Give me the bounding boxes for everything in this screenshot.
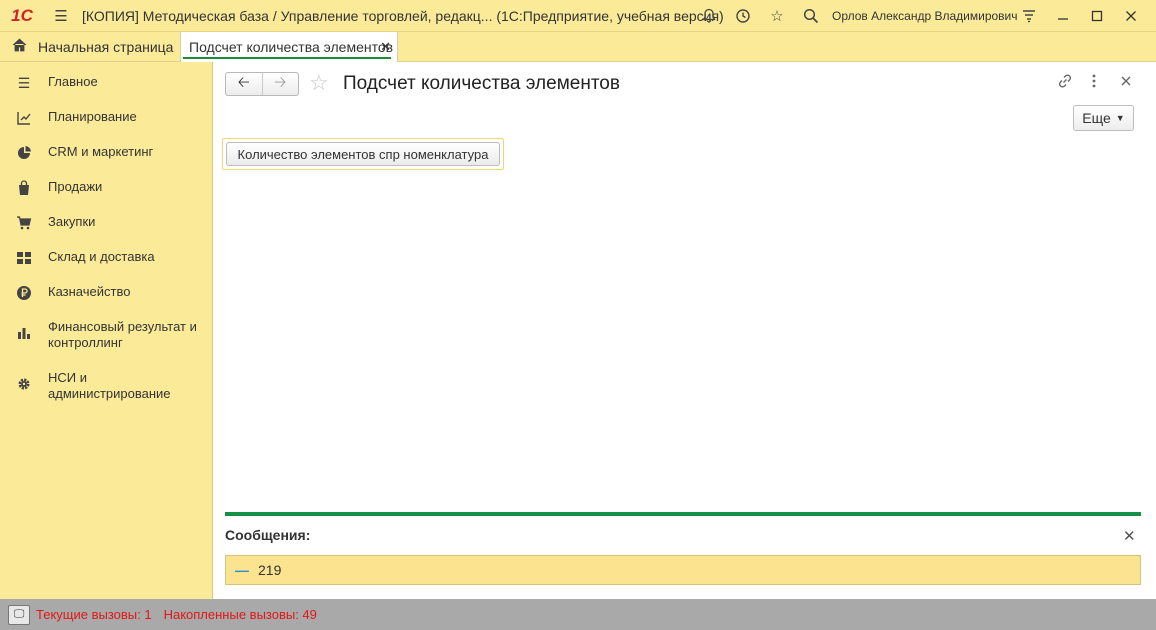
favorites-star-icon[interactable]: ☆ xyxy=(760,0,794,32)
main-menu-icon[interactable]: ☰ xyxy=(44,0,78,32)
tab-home-label: Начальная страница xyxy=(38,38,174,55)
sidebar-item-label: Закупки xyxy=(48,214,96,229)
bag-icon xyxy=(0,179,48,196)
count-elements-button[interactable]: Количество элементов спр номенклатура xyxy=(226,142,500,166)
history-icon[interactable] xyxy=(726,0,760,32)
warehouse-icon xyxy=(0,249,48,266)
more-actions-icon[interactable] xyxy=(1091,73,1097,93)
sidebar-item-crm[interactable]: CRM и маркетинг xyxy=(0,144,212,161)
sidebar-item-treasury[interactable]: Казначейство xyxy=(0,284,212,301)
sidebar-item-purchases[interactable]: Закупки xyxy=(0,214,212,231)
tab-home[interactable]: Начальная страница xyxy=(0,32,176,61)
menu-icon: ☰ xyxy=(17,75,31,91)
tab-active-label: Подсчет количества элементов xyxy=(189,39,394,55)
home-icon xyxy=(12,38,38,55)
message-text: 219 xyxy=(258,562,282,578)
sidebar-item-admin[interactable]: НСИ и администрирование xyxy=(0,370,212,402)
planning-icon xyxy=(0,109,48,126)
back-arrow-icon[interactable]: 🡠 xyxy=(226,73,262,95)
sidebar-item-label: Склад и доставка xyxy=(48,249,155,264)
bar-chart-icon xyxy=(0,319,48,341)
navigation-buttons: 🡠 🡢 xyxy=(225,72,299,96)
tab-active-underline xyxy=(183,57,391,59)
settings-funnel-icon[interactable] xyxy=(1012,0,1046,32)
pie-chart-icon xyxy=(0,144,48,161)
status-bar: 🖵 Текущие вызовы: 1 Накопленные вызовы: … xyxy=(0,599,1156,630)
form-close-icon[interactable] xyxy=(1120,73,1132,93)
sidebar-item-label: Финансовый результат и контроллинг xyxy=(48,319,197,350)
messages-separator xyxy=(225,512,1141,516)
form-area: 🡠 🡢 ☆ Подсчет количества элементов Еще ▼… xyxy=(213,62,1156,599)
cart-icon xyxy=(0,214,48,231)
monitor-icon[interactable]: 🖵 xyxy=(8,604,30,625)
message-marker-icon: — xyxy=(235,562,249,578)
dropdown-caret-icon: ▼ xyxy=(1115,113,1125,123)
bell-icon[interactable] xyxy=(692,0,726,32)
forward-arrow-icon[interactable]: 🡢 xyxy=(261,73,299,95)
sidebar-item-label: Казначейство xyxy=(48,284,131,299)
title-bar: 1С ☰ [КОПИЯ] Методическая база / Управле… xyxy=(0,0,1156,32)
sections-sidebar: ☰ Главное Планирование CRM и маркетинг П… xyxy=(0,62,213,599)
add-to-favorites-star-icon[interactable]: ☆ xyxy=(309,71,329,95)
sidebar-item-main[interactable]: ☰ Главное xyxy=(0,74,212,92)
user-name[interactable]: Орлов Александр Владимирович xyxy=(832,9,1018,23)
more-button[interactable]: Еще ▼ xyxy=(1073,105,1134,131)
count-button-focus-frame: Количество элементов спр номенклатура xyxy=(222,138,504,170)
sidebar-item-planning[interactable]: Планирование xyxy=(0,109,212,126)
gear-icon xyxy=(0,370,48,392)
more-button-label: Еще xyxy=(1082,110,1111,126)
link-icon[interactable] xyxy=(1057,73,1073,93)
tab-bar: Начальная страница Подсчет количества эл… xyxy=(0,32,1156,62)
form-title: Подсчет количества элементов xyxy=(343,73,620,94)
sidebar-item-warehouse[interactable]: Склад и доставка xyxy=(0,249,212,266)
tab-close-icon[interactable]: ✕ xyxy=(380,39,391,55)
messages-close-icon[interactable]: ✕ xyxy=(1123,527,1136,545)
sidebar-item-label: Планирование xyxy=(48,109,137,124)
maximize-icon[interactable] xyxy=(1080,0,1114,32)
minimize-icon[interactable] xyxy=(1046,0,1080,32)
sidebar-item-finance[interactable]: Финансовый результат и контроллинг xyxy=(0,319,212,351)
window-title: [КОПИЯ] Методическая база / Управление т… xyxy=(82,7,724,24)
tab-count-elements[interactable]: Подсчет количества элементов ✕ xyxy=(180,32,398,62)
accumulated-calls: Накопленные вызовы: 49 xyxy=(163,607,317,622)
message-item[interactable]: — 219 xyxy=(225,555,1141,585)
close-icon[interactable] xyxy=(1114,0,1148,32)
current-calls: Текущие вызовы: 1 xyxy=(36,607,152,622)
ruble-icon xyxy=(0,284,48,301)
sidebar-item-label: Продажи xyxy=(48,179,103,194)
sidebar-item-label: Главное xyxy=(48,74,98,89)
messages-title: Сообщения: xyxy=(225,527,311,543)
sidebar-item-label: CRM и маркетинг xyxy=(48,144,154,159)
app-logo: 1С xyxy=(11,5,33,25)
sidebar-item-label: НСИ и администрирование xyxy=(48,370,171,401)
sidebar-item-sales[interactable]: Продажи xyxy=(0,179,212,196)
search-icon[interactable] xyxy=(794,0,828,32)
